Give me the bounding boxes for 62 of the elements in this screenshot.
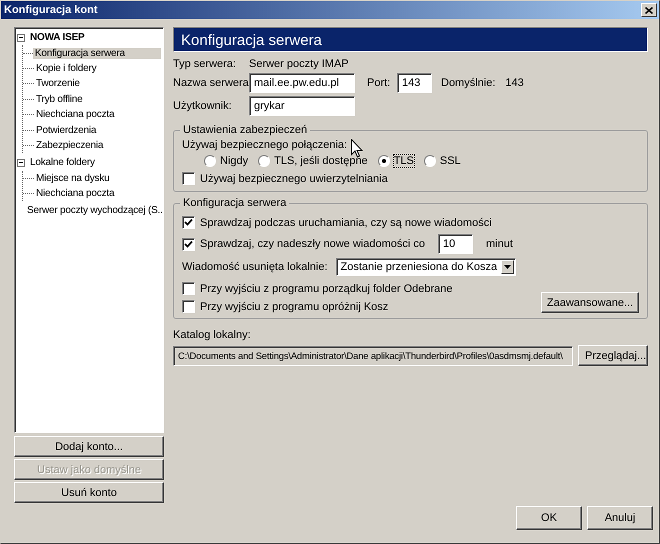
tree-item[interactable]: Potwierdzenia	[34, 124, 98, 136]
radio-label: SSL	[440, 155, 461, 167]
checkbox-label: Sprawdzaj podczas uruchamiania, czy są nowe wiadomości	[200, 216, 492, 228]
cursor-icon	[351, 139, 363, 158]
field-label: Użytkownik:	[173, 100, 233, 112]
tree-item[interactable]: Niechciana poczta	[34, 188, 116, 200]
radio-label: TLS	[394, 155, 414, 167]
checkbox[interactable]	[182, 282, 195, 295]
field-label: Typ serwera:	[173, 58, 237, 70]
checkbox-label: Przy wyjściu z programu porządkuj folder Odebrane	[200, 282, 453, 294]
tree-item[interactable]: Miejsce na dysku	[34, 172, 112, 184]
unit-label: minut	[486, 238, 513, 250]
advanced-button[interactable]: Zaawansowane...	[541, 292, 639, 313]
tree-item[interactable]: Serwer poczty wychodzącej (S...	[17, 205, 163, 216]
deleted-message-dropdown[interactable]: Zostanie przeniesiona do Kosza	[336, 258, 516, 276]
account-button[interactable]: Usuń konto	[14, 482, 164, 503]
radio-button[interactable]	[424, 155, 436, 167]
dialog-button[interactable]: OK	[516, 506, 582, 530]
field-label: Port:	[367, 77, 392, 89]
collapse-icon[interactable]	[17, 158, 25, 167]
tree-item[interactable]: Kopie i foldery	[34, 62, 98, 74]
tree-item[interactable]: Tworzenie	[34, 78, 82, 90]
checkbox-label: Używaj bezpiecznego uwierzytelniania	[200, 172, 388, 184]
field-label: Używaj bezpiecznego połączenia:	[182, 139, 348, 151]
checkbox[interactable]	[182, 172, 195, 185]
tree-item[interactable]: Lokalne foldery	[28, 157, 97, 168]
checkbox[interactable]	[182, 300, 195, 313]
port-field[interactable]: 143	[397, 73, 432, 93]
field-label: Nazwa serwera:	[173, 77, 249, 89]
close-icon[interactable]	[645, 6, 653, 14]
tree-item[interactable]: Konfiguracja serwera	[32, 48, 161, 59]
tree-item[interactable]: NOWA ISEP	[28, 32, 87, 44]
tree-item[interactable]: Niechciana poczta	[34, 109, 116, 120]
checkbox[interactable]	[182, 238, 195, 250]
server-type-value: Serwer poczty IMAP	[249, 58, 349, 70]
account-button[interactable]: Dodaj konto...	[14, 436, 164, 457]
collapse-icon[interactable]	[17, 34, 25, 42]
group-title: Ustawienia zabezpieczeń	[182, 124, 308, 136]
interval-field[interactable]: 10	[438, 234, 473, 254]
radio-button[interactable]	[378, 155, 390, 167]
dialog-button[interactable]: Anuluj	[587, 506, 653, 530]
field-label: Wiadomość usunięta lokalnie:	[182, 261, 328, 273]
user-field[interactable]: grykar	[249, 96, 355, 116]
radio-label: Nigdy	[220, 155, 248, 167]
local-directory-field[interactable]: C:\Documents and Settings\Administrator\Dane aplikacji\Thunderbird\Profiles\0asdmsmj.default\	[173, 346, 573, 366]
default-port-value: 143	[505, 77, 524, 89]
field-label: Domyślnie:	[441, 77, 496, 89]
group-title: Konfiguracja serwera	[182, 197, 288, 209]
tree-item[interactable]: Tryb offline	[34, 94, 85, 105]
field-label: Katalog lokalny:	[173, 329, 252, 341]
checkbox-label: Przy wyjściu z programu opróżnij Kosz	[200, 300, 388, 312]
browse-button[interactable]: Przeglądaj...	[578, 345, 648, 366]
window-title: Konfiguracja kont	[4, 4, 98, 16]
radio-label: TLS, jeśli dostępne	[274, 155, 368, 167]
checkbox[interactable]	[182, 216, 195, 229]
tree-item[interactable]: Zabezpieczenia	[34, 140, 106, 151]
close-button[interactable]	[641, 3, 657, 17]
page-header: Konfiguracja serwera	[173, 27, 648, 52]
radio-button[interactable]	[258, 155, 270, 167]
checkbox-label: Sprawdzaj, czy nadeszły nowe wiadomości co	[200, 238, 425, 250]
server-name-field[interactable]: mail.ee.pw.edu.pl	[249, 73, 355, 93]
radio-button[interactable]	[204, 155, 216, 167]
